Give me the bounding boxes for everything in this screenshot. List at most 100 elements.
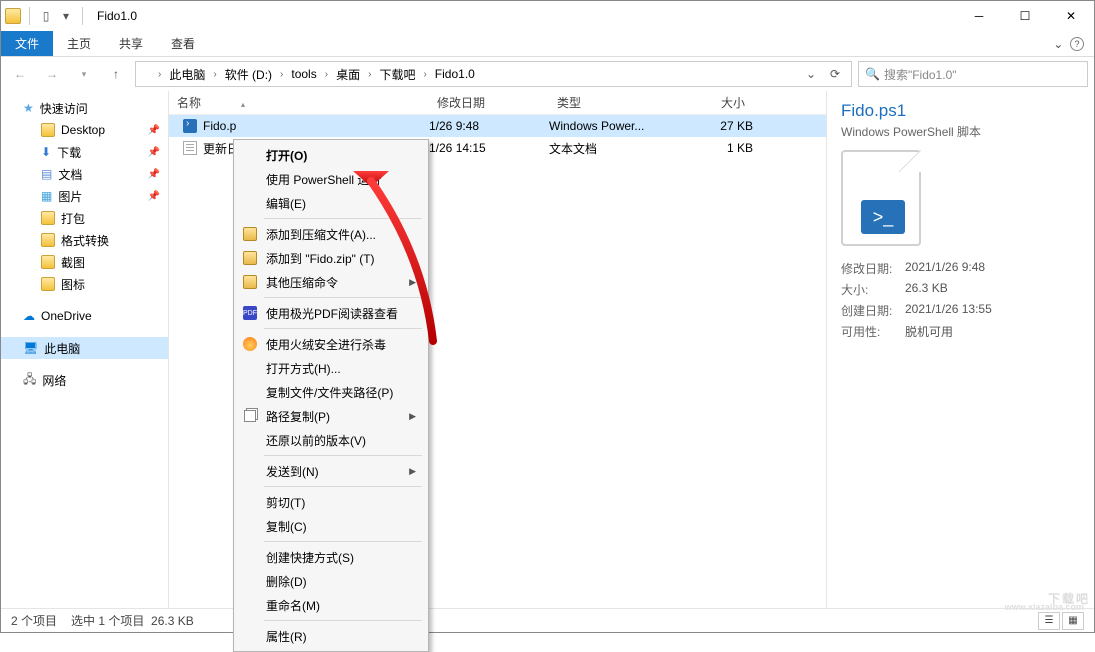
minimize-button[interactable]: ─ (956, 1, 1002, 31)
search-icon: 🔍 (865, 67, 880, 81)
pdf-icon: PDF (242, 305, 258, 321)
back-button[interactable]: ← (7, 61, 33, 87)
network-icon: 🖧 (23, 370, 36, 391)
folder-icon (41, 233, 55, 247)
maximize-button[interactable]: ☐ (1002, 1, 1048, 31)
window-title: Fido1.0 (97, 9, 137, 23)
refresh-button[interactable]: ⟳ (823, 62, 847, 86)
details-filename: Fido.ps1 (841, 101, 1080, 121)
context-menu-item[interactable]: 添加到 "Fido.zip" (T) (236, 246, 426, 270)
context-menu-item[interactable]: 复制文件/文件夹路径(P) (236, 380, 426, 404)
context-menu-item[interactable]: 使用火绒安全进行杀毒 (236, 332, 426, 356)
context-menu-item[interactable]: 重命名(M) (236, 593, 426, 617)
star-icon: ★ (23, 101, 34, 115)
file-row[interactable]: Fido.p 1/26 9:48 Windows Power... 27 KB (169, 115, 826, 137)
copy-icon (242, 408, 258, 424)
status-bar: 2 个项目 选中 1 个项目 26.3 KB ☰ ▦ (1, 608, 1094, 632)
folder-icon (41, 123, 55, 137)
context-menu-item[interactable]: 复制(C) (236, 514, 426, 538)
breadcrumb[interactable]: Fido1.0 (431, 62, 479, 86)
ribbon-tab-view[interactable]: 查看 (157, 31, 209, 56)
context-menu-item[interactable]: 其他压缩命令▶ (236, 270, 426, 294)
powershell-badge-icon: >_ (861, 200, 905, 234)
context-menu-item[interactable]: 打开方式(H)... (236, 356, 426, 380)
nav-item-desktop[interactable]: Desktop📌 (1, 119, 168, 141)
context-menu-item[interactable]: 使用 PowerShell 运行 (236, 167, 426, 191)
breadcrumb[interactable]: tools (287, 62, 320, 86)
nav-quick-access[interactable]: ★快速访问 (1, 97, 168, 119)
nav-network[interactable]: 🖧网络 (1, 369, 168, 391)
submenu-arrow-icon: ▶ (409, 277, 416, 288)
document-icon: ▤ (41, 167, 52, 181)
status-selection: 选中 1 个项目 26.3 KB (71, 612, 194, 629)
context-menu: 打开(O)使用 PowerShell 运行编辑(E) 添加到压缩文件(A)...添… (233, 139, 429, 652)
nav-item[interactable]: 打包 (1, 207, 168, 229)
details-file-icon: >_ (841, 150, 921, 246)
navigation-pane: ★快速访问 Desktop📌 ⬇下载📌 ▤文档📌 ▦图片📌 打包 格式转换 截图… (1, 91, 169, 608)
ribbon-tab-share[interactable]: 共享 (105, 31, 157, 56)
qat-button[interactable]: ▯ (38, 9, 54, 23)
watermark: 下载吧 www.xiazaiba.com (1048, 578, 1090, 610)
nav-item-downloads[interactable]: ⬇下载📌 (1, 141, 168, 163)
monitor-icon: 🖥 (23, 341, 38, 355)
column-headers: 名称▴ 修改日期 类型 大小 (169, 91, 826, 115)
ribbon-tab-home[interactable]: 主页 (53, 31, 105, 56)
context-menu-item[interactable]: 删除(D) (236, 569, 426, 593)
file-tab[interactable]: 文件 (1, 31, 53, 56)
context-menu-item[interactable]: 添加到压缩文件(A)... (236, 222, 426, 246)
nav-item[interactable]: 图标 (1, 273, 168, 295)
folder-icon (5, 8, 21, 24)
nav-onedrive[interactable]: ☁OneDrive (1, 305, 168, 327)
pin-icon: 📌 (148, 125, 160, 136)
main-area: ★快速访问 Desktop📌 ⬇下载📌 ▤文档📌 ▦图片📌 打包 格式转换 截图… (1, 91, 1094, 608)
details-filetype: Windows PowerShell 脚本 (841, 123, 1080, 140)
window-controls: ─ ☐ ✕ (956, 1, 1094, 31)
forward-button[interactable]: → (39, 61, 65, 87)
context-menu-item[interactable]: 编辑(E) (236, 191, 426, 215)
context-menu-item[interactable]: 发送到(N)▶ (236, 459, 426, 483)
zip-icon (242, 250, 258, 266)
cloud-icon: ☁ (23, 309, 35, 323)
view-thumbnails-button[interactable]: ▦ (1062, 612, 1084, 630)
address-bar[interactable]: › 此电脑› 软件 (D:)› tools› 桌面› 下载吧› Fido1.0 … (135, 61, 852, 87)
folder-icon (41, 277, 55, 291)
nav-item-documents[interactable]: ▤文档📌 (1, 163, 168, 185)
search-input[interactable]: 🔍 搜索"Fido1.0" (858, 61, 1088, 87)
qat-button[interactable]: ▾ (58, 9, 74, 23)
search-placeholder: 搜索"Fido1.0" (884, 66, 957, 83)
picture-icon: ▦ (41, 189, 52, 203)
col-size[interactable]: 大小 (673, 94, 753, 111)
address-bar-row: ← → ▾ ↑ › 此电脑› 软件 (D:)› tools› 桌面› 下载吧› … (1, 57, 1094, 91)
pin-icon: 📌 (148, 191, 160, 202)
folder-icon (41, 255, 55, 269)
folder-icon (140, 67, 154, 81)
context-menu-item[interactable]: 打开(O) (236, 143, 426, 167)
breadcrumb[interactable]: 此电脑 (165, 62, 209, 86)
col-type[interactable]: 类型 (549, 94, 673, 111)
nav-item[interactable]: 截图 (1, 251, 168, 273)
breadcrumb[interactable]: 软件 (D:) (221, 62, 276, 86)
recent-button[interactable]: ▾ (71, 61, 97, 87)
nav-item-pictures[interactable]: ▦图片📌 (1, 185, 168, 207)
context-menu-item[interactable]: 剪切(T) (236, 490, 426, 514)
pin-icon: 📌 (148, 169, 160, 180)
breadcrumb[interactable]: 下载吧 (375, 62, 419, 86)
context-menu-item[interactable]: PDF使用极光PDF阅读器查看 (236, 301, 426, 325)
download-icon: ⬇ (41, 145, 51, 159)
nav-this-pc[interactable]: 🖥此电脑 (1, 337, 168, 359)
col-date[interactable]: 修改日期 (429, 94, 549, 111)
nav-item[interactable]: 格式转换 (1, 229, 168, 251)
ribbon-expand-button[interactable]: ⌄ ? (1043, 31, 1094, 56)
folder-icon (41, 211, 55, 225)
ribbon-tabs: 文件 主页 共享 查看 ⌄ ? (1, 31, 1094, 57)
breadcrumb[interactable]: 桌面 (332, 62, 364, 86)
context-menu-item[interactable]: 属性(R) (236, 624, 426, 648)
view-details-button[interactable]: ☰ (1038, 612, 1060, 630)
context-menu-item[interactable]: 创建快捷方式(S) (236, 545, 426, 569)
close-button[interactable]: ✕ (1048, 1, 1094, 31)
up-button[interactable]: ↑ (103, 61, 129, 87)
col-name[interactable]: 名称▴ (169, 94, 429, 111)
context-menu-item[interactable]: 路径复制(P)▶ (236, 404, 426, 428)
context-menu-item[interactable]: 还原以前的版本(V) (236, 428, 426, 452)
address-dropdown-button[interactable]: ⌄ (799, 62, 823, 86)
